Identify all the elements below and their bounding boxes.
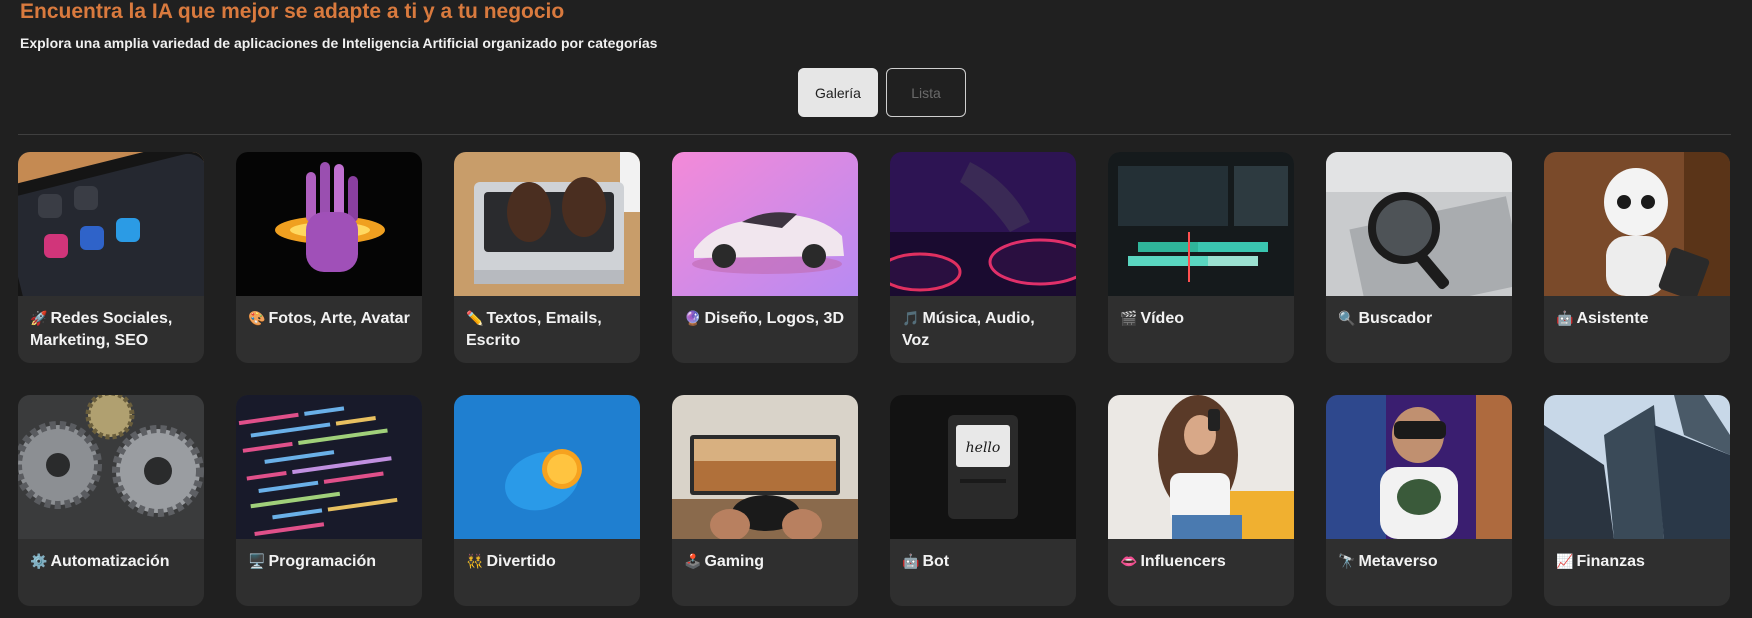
- category-card-video[interactable]: 🎬 Vídeo: [1108, 152, 1294, 363]
- category-card-diseno[interactable]: 🔮 Diseño, Logos, 3D: [672, 152, 858, 363]
- category-label: Buscador: [1358, 310, 1433, 327]
- category-card-textos[interactable]: ✏️ Textos, Emails, Escrito: [454, 152, 640, 363]
- category-label: Influencers: [1140, 553, 1226, 570]
- category-label: Asistente: [1576, 310, 1649, 327]
- category-label: Divertido: [486, 553, 556, 570]
- category-emoji: 🎬: [1120, 311, 1138, 327]
- code-screen-image: [236, 395, 422, 539]
- category-card-bot[interactable]: hello 🤖 Bot: [890, 395, 1076, 606]
- gallery-view-button[interactable]: Galería: [798, 68, 878, 117]
- category-card-metaverso[interactable]: 🔭 Metaverso: [1326, 395, 1512, 606]
- category-label: Fotos, Arte, Avatar: [268, 310, 410, 327]
- influencer-selfie-image: [1108, 395, 1294, 539]
- category-emoji: ✏️: [466, 311, 484, 327]
- category-label: Diseño, Logos, 3D: [704, 310, 845, 327]
- category-emoji: 🎵: [902, 311, 920, 327]
- dj-turntable-image: [890, 152, 1076, 296]
- view-toggle: Galería Lista: [798, 68, 966, 117]
- category-card-automatizacion[interactable]: ⚙️ Automatización: [18, 395, 204, 606]
- category-label: Bot: [922, 553, 950, 570]
- category-emoji: 📈: [1556, 554, 1574, 570]
- category-emoji: 🖥️: [248, 554, 266, 570]
- category-label: Vídeo: [1140, 310, 1184, 327]
- category-emoji: 👯: [466, 554, 484, 570]
- category-card-fotos-arte[interactable]: 🎨 Fotos, Arte, Avatar: [236, 152, 422, 363]
- video-editor-image: [1108, 152, 1294, 296]
- magnifier-laptop-image: [1326, 152, 1512, 296]
- category-grid: 🚀 Redes Sociales, Marketing, SEO 🎨 Fotos, …: [18, 152, 1730, 606]
- category-card-influencers[interactable]: 👄 Influencers: [1108, 395, 1294, 606]
- category-emoji: 🔮: [684, 311, 702, 327]
- vr-headset-image: [1326, 395, 1512, 539]
- category-label: Música, Audio, Voz: [902, 310, 1035, 349]
- category-emoji: 🎨: [248, 311, 266, 327]
- gears-image: [18, 395, 204, 539]
- category-card-divertido[interactable]: 👯 Divertido: [454, 395, 640, 606]
- divider: [18, 134, 1731, 135]
- category-emoji: 🤖: [902, 554, 920, 570]
- category-card-musica[interactable]: 🎵 Música, Audio, Voz: [890, 152, 1076, 363]
- category-label: Textos, Emails, Escrito: [466, 310, 602, 349]
- svg-text:hello: hello: [966, 440, 1001, 456]
- category-card-buscador[interactable]: 🔍 Buscador: [1326, 152, 1512, 363]
- typing-laptop-image: [454, 152, 640, 296]
- category-emoji: 🚀: [30, 311, 48, 327]
- category-label: Redes Sociales, Marketing, SEO: [30, 310, 173, 349]
- category-label: Programación: [268, 553, 377, 570]
- category-card-programacion[interactable]: 🖥️ Programación: [236, 395, 422, 606]
- category-card-finanzas[interactable]: 📈 Finanzas: [1544, 395, 1730, 606]
- category-card-redes-sociales[interactable]: 🚀 Redes Sociales, Marketing, SEO: [18, 152, 204, 363]
- category-emoji: 🤖: [1556, 311, 1574, 327]
- hello-computer-image: hello: [890, 395, 1076, 539]
- category-label: Metaverso: [1358, 553, 1438, 570]
- social-media-phone-image: [18, 152, 204, 296]
- category-emoji: 🕹️: [684, 554, 702, 570]
- category-emoji: 🔍: [1338, 311, 1356, 327]
- glowing-hand-image: [236, 152, 422, 296]
- category-card-gaming[interactable]: 🕹️ Gaming: [672, 395, 858, 606]
- category-label: Gaming: [704, 553, 764, 570]
- category-emoji: 👄: [1120, 554, 1138, 570]
- page-subtitle: Explora una amplia variedad de aplicacio…: [20, 35, 658, 51]
- list-view-button[interactable]: Lista: [886, 68, 966, 117]
- robot-image: [1544, 152, 1730, 296]
- category-card-asistente[interactable]: 🤖 Asistente: [1544, 152, 1730, 363]
- category-label: Finanzas: [1576, 553, 1645, 570]
- game-controller-image: [672, 395, 858, 539]
- sports-car-image: [672, 152, 858, 296]
- lemon-image: [454, 395, 640, 539]
- category-emoji: ⚙️: [30, 554, 48, 570]
- skyscrapers-image: [1544, 395, 1730, 539]
- category-label: Automatización: [50, 553, 170, 570]
- page-title: Encuentra la IA que mejor se adapte a ti…: [20, 0, 565, 23]
- category-emoji: 🔭: [1338, 554, 1356, 570]
